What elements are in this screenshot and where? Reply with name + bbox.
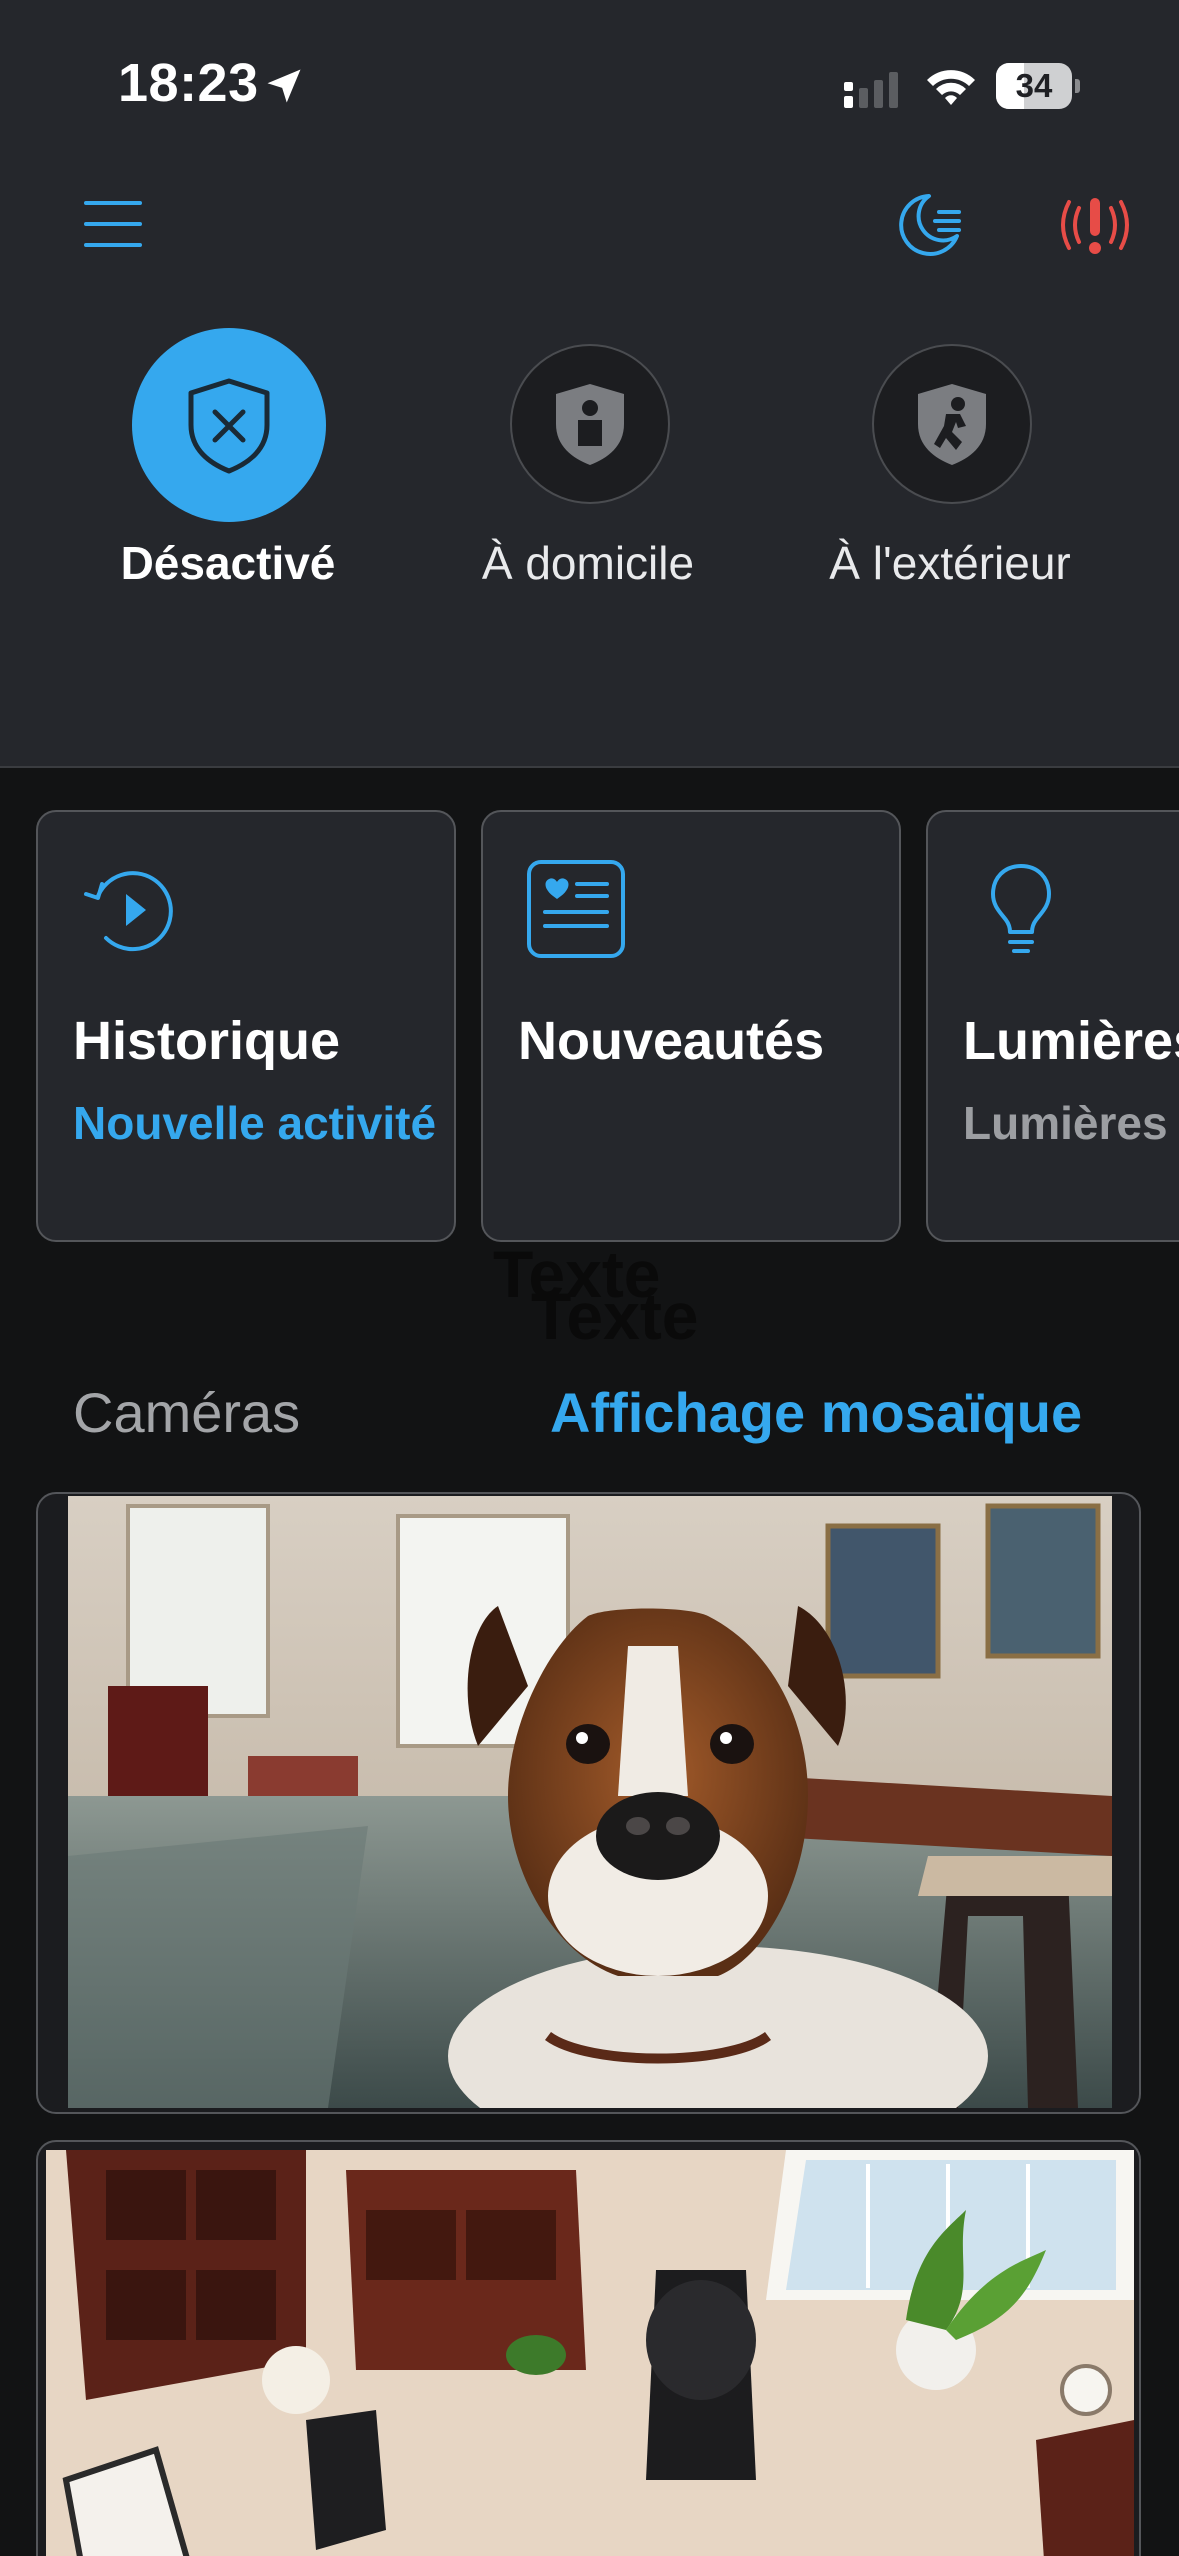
camera-feed-office-overhead[interactable] (46, 2150, 1134, 2556)
overlay-text: Texte (531, 1279, 699, 1353)
night-mode-icon[interactable] (895, 190, 965, 260)
mode-away-circle (872, 344, 1032, 504)
mosaic-view-link[interactable]: Affichage mosaïque (550, 1380, 1082, 1445)
camera-feed-dog-living-room[interactable] (68, 1496, 1112, 2108)
shield-person-icon (556, 384, 624, 465)
status-bar: 18:23 34 (0, 0, 1179, 170)
app-screen: 18:23 34 Désactivé À domicile À l'extéri… (0, 0, 1179, 2556)
battery-indicator: 34 (996, 63, 1080, 109)
mode-home-circle (510, 344, 670, 504)
history-title: Historique (73, 1011, 341, 1071)
news-title: Nouveautés (518, 1011, 825, 1071)
cellular-signal-icon (844, 72, 898, 108)
mode-away-button[interactable]: À l'extérieur (800, 328, 1100, 598)
history-tile[interactable]: Historique Nouvelle activité (36, 810, 456, 1242)
camera-card[interactable] (36, 2140, 1141, 2556)
history-subtitle: Nouvelle activité (73, 1097, 437, 1149)
camera-feed-image (46, 2150, 1134, 2556)
lights-subtitle: Lumières éteintes (963, 1097, 1179, 1149)
security-header: 18:23 34 Désactivé À domicile À l'extéri… (0, 0, 1179, 768)
menu-icon[interactable] (80, 195, 150, 255)
mode-disarmed-circle (132, 328, 326, 522)
shield-x-icon (188, 378, 270, 474)
cameras-section-title: Caméras (73, 1381, 301, 1444)
mode-disarmed-label: Désactivé (120, 537, 336, 589)
news-card-icon (527, 860, 625, 958)
lights-title: Lumières (963, 1011, 1179, 1071)
lightbulb-icon (991, 864, 1051, 953)
news-tile[interactable]: Nouveautés (481, 810, 901, 1242)
mode-home-label: À domicile (481, 537, 695, 589)
battery-cap (1075, 79, 1080, 93)
wifi-icon (927, 70, 975, 105)
camera-card[interactable] (36, 1492, 1141, 2114)
mode-disarmed-button[interactable]: Désactivé (78, 328, 378, 598)
location-arrow-icon (267, 69, 301, 103)
mode-home-button[interactable]: À domicile (438, 328, 738, 598)
alarm-alert-icon[interactable] (1055, 190, 1135, 260)
mode-away-label: À l'extérieur (829, 537, 1071, 589)
shield-running-icon (918, 384, 986, 465)
battery-level: 34 (1015, 67, 1053, 104)
camera-feed-image (68, 1496, 1112, 2108)
lights-tile[interactable]: Lumières Lumières éteintes (926, 810, 1179, 1242)
status-time: 18:23 (118, 53, 259, 113)
history-play-icon (84, 871, 173, 952)
